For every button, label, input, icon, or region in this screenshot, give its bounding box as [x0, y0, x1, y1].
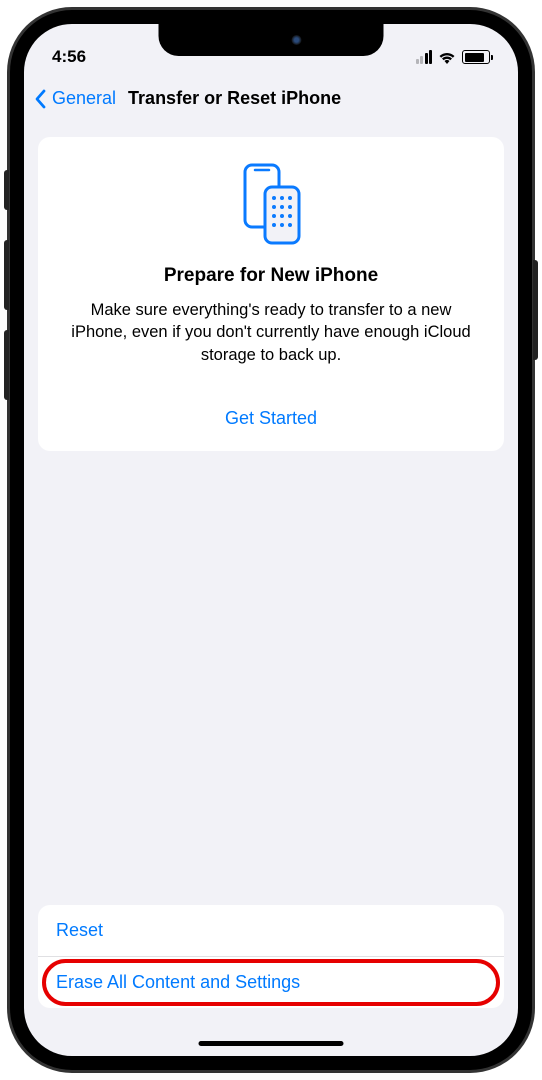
options-list: Reset Erase All Content and Settings — [38, 905, 504, 1008]
prepare-card: Prepare for New iPhone Make sure everyth… — [38, 137, 504, 451]
wifi-icon — [438, 51, 456, 64]
status-time: 4:56 — [52, 47, 152, 67]
erase-all-label: Erase All Content and Settings — [56, 972, 300, 992]
volume-down-button — [4, 330, 9, 400]
navigation-bar: General Transfer or Reset iPhone — [24, 76, 518, 123]
back-chevron-icon[interactable] — [34, 89, 46, 109]
cellular-signal-icon — [416, 50, 433, 64]
erase-all-button[interactable]: Erase All Content and Settings — [38, 957, 504, 1008]
page-title: Transfer or Reset iPhone — [128, 88, 341, 109]
phone-frame: 4:56 General Tra — [10, 10, 532, 1070]
get-started-button[interactable]: Get Started — [58, 408, 484, 429]
volume-up-button — [4, 240, 9, 310]
home-indicator[interactable] — [199, 1041, 344, 1046]
reset-button[interactable]: Reset — [38, 905, 504, 957]
front-camera-icon — [291, 35, 301, 45]
mute-switch — [4, 170, 9, 210]
power-button — [533, 260, 538, 360]
content-area: Prepare for New iPhone Make sure everyth… — [24, 123, 518, 465]
prepare-description: Make sure everything's ready to transfer… — [58, 299, 484, 366]
prepare-title: Prepare for New iPhone — [58, 265, 484, 287]
screen: 4:56 General Tra — [24, 24, 518, 1056]
battery-icon — [462, 50, 490, 64]
back-button[interactable]: General — [52, 88, 116, 109]
phones-transfer-icon — [58, 161, 484, 247]
notch — [159, 24, 384, 56]
